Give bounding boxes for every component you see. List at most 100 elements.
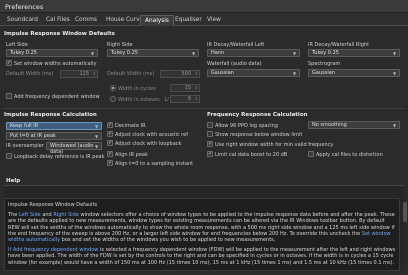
chevron-down-icon: ▼ (91, 51, 95, 56)
spinner-arrows-icon: ⇕ (194, 85, 198, 90)
limit-cal-label: Limit cal data boost to 20 dB (215, 151, 288, 158)
default-width-right-input[interactable]: 500 ⇕ (160, 70, 200, 78)
right-side-value: Tukey 0.25 (111, 50, 138, 56)
default-width-left-value: 125 (79, 71, 89, 77)
chevron-down-icon: ▼ (393, 51, 397, 56)
right-side-select[interactable]: Tukey 0.25 ▼ (107, 49, 199, 57)
window-title: Preferences (5, 3, 44, 11)
left-side-label: Left Side (6, 42, 28, 48)
tab-soundcard[interactable]: Soundcard (3, 15, 42, 26)
decay-left-label: IR Decay/Waterfall Left (207, 42, 265, 48)
keep-full-ir-value: Keep full IR (10, 123, 39, 129)
spinner-arrows-icon: ⇕ (92, 71, 96, 76)
chevron-down-icon: ▼ (293, 51, 297, 56)
ir-start-option-keep-full[interactable]: Keep full IR ▼ (6, 122, 102, 130)
decay-left-select[interactable]: Hann ▼ (207, 49, 300, 57)
width-octaves-label: Width in octaves (118, 96, 160, 103)
tab-comms[interactable]: Comms (71, 15, 101, 26)
default-width-left-label: Default Width (ms) (6, 71, 54, 77)
spinner-arrows-icon: ⇕ (194, 96, 198, 101)
tab-analysis[interactable]: Analysis (140, 15, 174, 26)
chevron-down-icon: ▼ (95, 134, 99, 139)
spectrogram-label: Spectrogram (308, 61, 341, 67)
use-right-window-label: Use right window width for min valid fre… (215, 141, 334, 148)
loopback-label: Loopback delay reference is IR peak (14, 153, 105, 160)
default-width-right-value: 500 (181, 71, 191, 77)
left-side-value: Tukey 0.25 (10, 50, 37, 56)
allow-96ppo-checkbox[interactable] (207, 122, 213, 128)
chevron-down-icon: ▼ (393, 123, 397, 128)
add-freq-dep-label: Add frequency dependent window (14, 93, 100, 100)
add-freq-dep-checkbox[interactable] (6, 93, 12, 99)
limit-cal-checkbox[interactable]: ✓ (207, 151, 213, 157)
adjust-acoustic-checkbox[interactable]: ✓ (107, 131, 113, 137)
help-text: and (42, 212, 52, 219)
adjust-loopback-checkbox[interactable]: ✓ (107, 140, 113, 146)
width-octaves-radio[interactable] (110, 96, 116, 102)
spinner-arrows-icon: ⇕ (194, 71, 198, 76)
waterfall-select[interactable]: Gaussian ▼ (207, 69, 300, 77)
help-link-add-fdw: If Add frequency dependent window (8, 247, 99, 254)
help-title: Help (6, 178, 21, 184)
help-text: box and set the widths of the windows yo… (61, 237, 276, 244)
set-auto-label: Set window widths automatically (14, 60, 97, 67)
allow-96ppo-label: Allow 96 PPO log spacing (215, 122, 278, 129)
help-paragraph-2: If Add frequency dependent window is sel… (8, 247, 396, 266)
decay-right-value: Tukey 0.25 (312, 50, 339, 56)
width-cycles-value: 15 (184, 85, 191, 91)
align-sampling-checkbox[interactable]: ✓ (107, 160, 113, 166)
width-cycles-radio[interactable] (110, 85, 116, 91)
default-width-left-input[interactable]: 125 ⇕ (60, 70, 98, 78)
smoothing-value: No smoothing (312, 122, 347, 128)
adjust-acoustic-label: Adjust clock with acoustic ref (115, 131, 188, 138)
decay-left-value: Hann (211, 50, 225, 56)
apply-cal-label: Apply cal files to distortion (316, 151, 383, 158)
tab-bar: Soundcard Cal Files Comms House Curve An… (0, 13, 408, 26)
decay-right-select[interactable]: Tukey 0.25 ▼ (308, 49, 400, 57)
width-octaves-input[interactable]: 6 ⇕ (170, 95, 200, 103)
decimate-checkbox[interactable]: ✓ (107, 122, 113, 128)
frc-section-title: Frequency Response Calculation (207, 112, 308, 118)
help-link-left-side: Left Side (18, 212, 41, 219)
width-cycles-input[interactable]: 15 ⇕ (170, 84, 200, 92)
align-ir-peak-checkbox[interactable]: ✓ (107, 151, 113, 157)
tab-cal-files[interactable]: Cal Files (42, 15, 74, 26)
left-side-select[interactable]: Tukey 0.25 ▼ (6, 49, 98, 57)
show-below-label: Show response below window limit (215, 131, 303, 138)
chevron-down-icon: ▼ (95, 124, 99, 129)
decimate-label: Decimate IR (115, 122, 146, 129)
peak-option-value: Put t=0 at IR peak (10, 133, 56, 139)
help-link-right-side: Right Side (53, 212, 79, 219)
apply-cal-checkbox[interactable] (308, 151, 314, 157)
chevron-down-icon: ▼ (192, 51, 196, 56)
loopback-checkbox[interactable] (6, 153, 12, 159)
chevron-down-icon: ▼ (293, 71, 297, 76)
ir-oversampler-select[interactable]: Windowed (audio data) ▼ (46, 142, 102, 155)
scrollbar-thumb[interactable] (403, 202, 407, 222)
help-text-area[interactable]: Impulse Response Window Defaults The Lef… (4, 198, 400, 271)
show-below-checkbox[interactable] (207, 131, 213, 137)
help-text: The (8, 212, 18, 219)
width-cycles-label: Width in cycles (118, 85, 156, 92)
help-scrollbar[interactable] (403, 200, 407, 270)
decay-right-label: IR Decay/Waterfall Right (308, 42, 370, 48)
spectrogram-value: Gaussian (312, 70, 335, 76)
smoothing-select[interactable]: No smoothing ▼ (308, 121, 400, 129)
waterfall-value: Gaussian (211, 70, 234, 76)
tab-view[interactable]: View (203, 15, 225, 26)
tab-equaliser[interactable]: Equaliser (171, 15, 206, 26)
ir-start-option-peak[interactable]: Put t=0 at IR peak ▼ (6, 132, 102, 140)
section-divider (4, 108, 404, 109)
use-right-window-checkbox[interactable]: ✓ (207, 141, 213, 147)
ir-oversampler-label: IR oversampler (6, 143, 44, 149)
chevron-down-icon: ▼ (393, 71, 397, 76)
spectrogram-select[interactable]: Gaussian ▼ (308, 69, 400, 77)
title-bar: Preferences (0, 0, 408, 13)
chevron-down-icon: ▼ (95, 144, 99, 149)
irw-section-title: Impulse Response Window Defaults (4, 31, 115, 37)
waterfall-label: Waterfall (audio data) (207, 61, 262, 67)
align-ir-peak-label: Align IR peak (115, 151, 148, 158)
adjust-loopback-label: Adjust clock with loopback (115, 140, 182, 147)
align-sampling-label: Align t=0 to a sampling instant (115, 160, 194, 167)
set-auto-checkbox[interactable]: ✓ (6, 60, 12, 66)
